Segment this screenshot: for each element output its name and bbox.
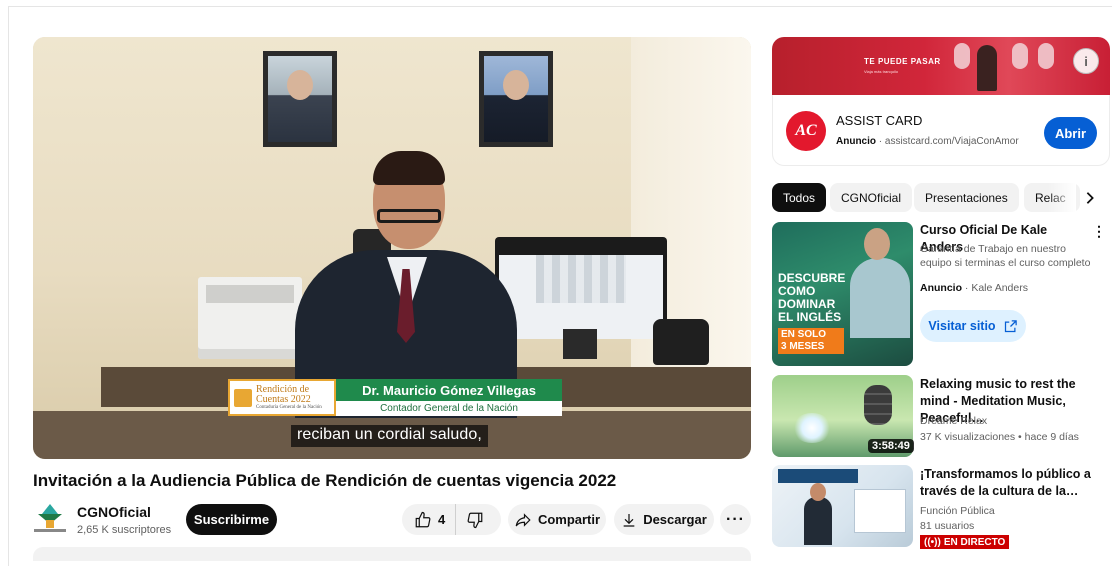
ad-banner-subtag: Viaja más tranquilo bbox=[864, 69, 898, 74]
thumb-highlight: 3 MESES bbox=[781, 341, 825, 352]
share-label: Compartir bbox=[537, 512, 601, 527]
thumb-down-icon bbox=[467, 512, 483, 528]
channel-subscriber-count: 2,65 K suscriptores bbox=[77, 524, 172, 536]
rec-ad-description: Garantía de Trabajo en nuestro equipo si… bbox=[920, 243, 1091, 269]
video-frame-portrait-right bbox=[479, 51, 553, 147]
download-label: Descargar bbox=[643, 512, 707, 527]
lower-third-name: Dr. Mauricio Gómez Villegas bbox=[336, 379, 562, 401]
ad-open-button[interactable]: Abrir bbox=[1044, 117, 1097, 149]
assist-card-logo[interactable]: AC bbox=[786, 111, 826, 151]
rec-live-title[interactable]: ¡Transformamos lo público a través de la… bbox=[920, 466, 1092, 500]
ad-sponsored-label: Anuncio bbox=[836, 136, 876, 147]
download-button[interactable]: Descargar bbox=[614, 504, 714, 535]
rec-ad-sponsored-label: Anuncio bbox=[920, 282, 962, 294]
video-frame-printer bbox=[198, 277, 302, 359]
video-caption: reciban un cordial saludo, bbox=[291, 425, 488, 447]
thumb-line: DOMINAR bbox=[778, 297, 836, 311]
thumb-line: COMO bbox=[778, 284, 816, 298]
video-lower-third: Rendición de Cuentas 2022 Contaduría Gen… bbox=[228, 379, 562, 416]
ad-banner-person bbox=[977, 45, 997, 91]
chevron-right-icon[interactable] bbox=[1078, 184, 1102, 211]
channel-name[interactable]: CGNOficial bbox=[77, 504, 151, 520]
description-box[interactable] bbox=[33, 547, 751, 561]
chip-presentaciones[interactable]: Presentaciones bbox=[914, 183, 1019, 212]
lower-third-logo-sub: Contaduría General de la Nación bbox=[256, 404, 322, 410]
share-arrow-icon bbox=[515, 512, 531, 527]
download-icon bbox=[623, 513, 635, 527]
chip-scroll-fade bbox=[1048, 183, 1076, 212]
ad-info-icon[interactable]: i bbox=[1073, 48, 1099, 74]
rec-live-channel[interactable]: Función Pública bbox=[920, 504, 1098, 518]
live-broadcast-icon: ((•)) bbox=[924, 536, 941, 548]
video-frame-monitor bbox=[495, 237, 667, 339]
rec-video-meta: 37 K visualizaciones • hace 9 días bbox=[920, 431, 1079, 443]
video-frame-speaker-glasses bbox=[377, 209, 441, 223]
visit-site-button[interactable]: Visitar sitio bbox=[920, 310, 1026, 342]
ad-advertiser-name[interactable]: ASSIST CARD bbox=[836, 113, 922, 128]
live-label: EN DIRECTO bbox=[943, 536, 1006, 548]
chip-todos[interactable]: Todos bbox=[772, 183, 827, 212]
thumb-line: DESCUBRE bbox=[778, 271, 846, 285]
ad-domain: assistcard.com/ViajaConAmor bbox=[884, 136, 1019, 147]
like-count: 4 bbox=[438, 512, 446, 527]
video-title: Invitación a la Audiencia Pública de Ren… bbox=[33, 471, 617, 490]
external-link-icon bbox=[1004, 319, 1017, 332]
visit-site-label: Visitar sitio bbox=[928, 319, 996, 333]
rec-live-viewers: 81 usuarios bbox=[920, 520, 975, 532]
like-button[interactable]: 4 bbox=[402, 504, 457, 535]
chip-cgnoficial[interactable]: CGNOficial bbox=[830, 183, 913, 212]
ad-banner-tag: TE PUEDE PASAR bbox=[864, 57, 941, 66]
thumb-highlight: EN SOLO bbox=[781, 329, 827, 340]
rendicion-logo-icon bbox=[234, 388, 252, 407]
video-frame-portrait-left bbox=[263, 51, 337, 147]
rec-live-thumbnail[interactable] bbox=[772, 465, 913, 547]
rec-ad-advertiser: Kale Anders bbox=[971, 282, 1028, 294]
live-badge: ((•)) EN DIRECTO bbox=[920, 535, 1010, 549]
thumb-up-icon bbox=[415, 511, 431, 527]
rec-ad-meta: Anuncio · Kale Anders bbox=[920, 282, 1028, 294]
lower-third-logo-line2: Cuentas 2022 bbox=[256, 393, 311, 405]
subscribe-button[interactable]: Suscribirme bbox=[186, 504, 277, 535]
more-vert-icon[interactable]: ⋮ bbox=[1092, 222, 1106, 240]
video-duration-badge: 3:58:49 bbox=[868, 439, 914, 453]
more-actions-button[interactable]: ··· bbox=[720, 504, 751, 535]
video-frame-monitor-stand bbox=[563, 329, 597, 359]
dislike-button[interactable] bbox=[456, 504, 494, 535]
like-dislike-group: 4 bbox=[402, 504, 501, 535]
video-player[interactable]: Rendición de Cuentas 2022 Contaduría Gen… bbox=[33, 37, 751, 459]
channel-avatar[interactable] bbox=[34, 502, 66, 534]
lower-third-role: Contador General de la Nación bbox=[336, 401, 562, 416]
video-frame-speaker-hair bbox=[373, 151, 445, 185]
lower-third-logo: Rendición de Cuentas 2022 Contaduría Gen… bbox=[228, 379, 336, 416]
rec-video-channel[interactable]: Dreame Relax bbox=[920, 414, 1098, 428]
share-button[interactable]: Compartir bbox=[508, 504, 606, 535]
ad-banner-image[interactable]: TE PUEDE PASAR Viaja más tranquilo bbox=[772, 37, 1110, 95]
ad-meta: Anuncio · assistcard.com/ViajaConAmor bbox=[836, 136, 1019, 147]
rec-ad-thumbnail[interactable]: DESCUBRE COMO DOMINAR EL INGLÉS EN SOLO … bbox=[772, 222, 913, 366]
video-frame-phone bbox=[653, 319, 709, 365]
thumb-line: EL INGLÉS bbox=[778, 310, 842, 324]
